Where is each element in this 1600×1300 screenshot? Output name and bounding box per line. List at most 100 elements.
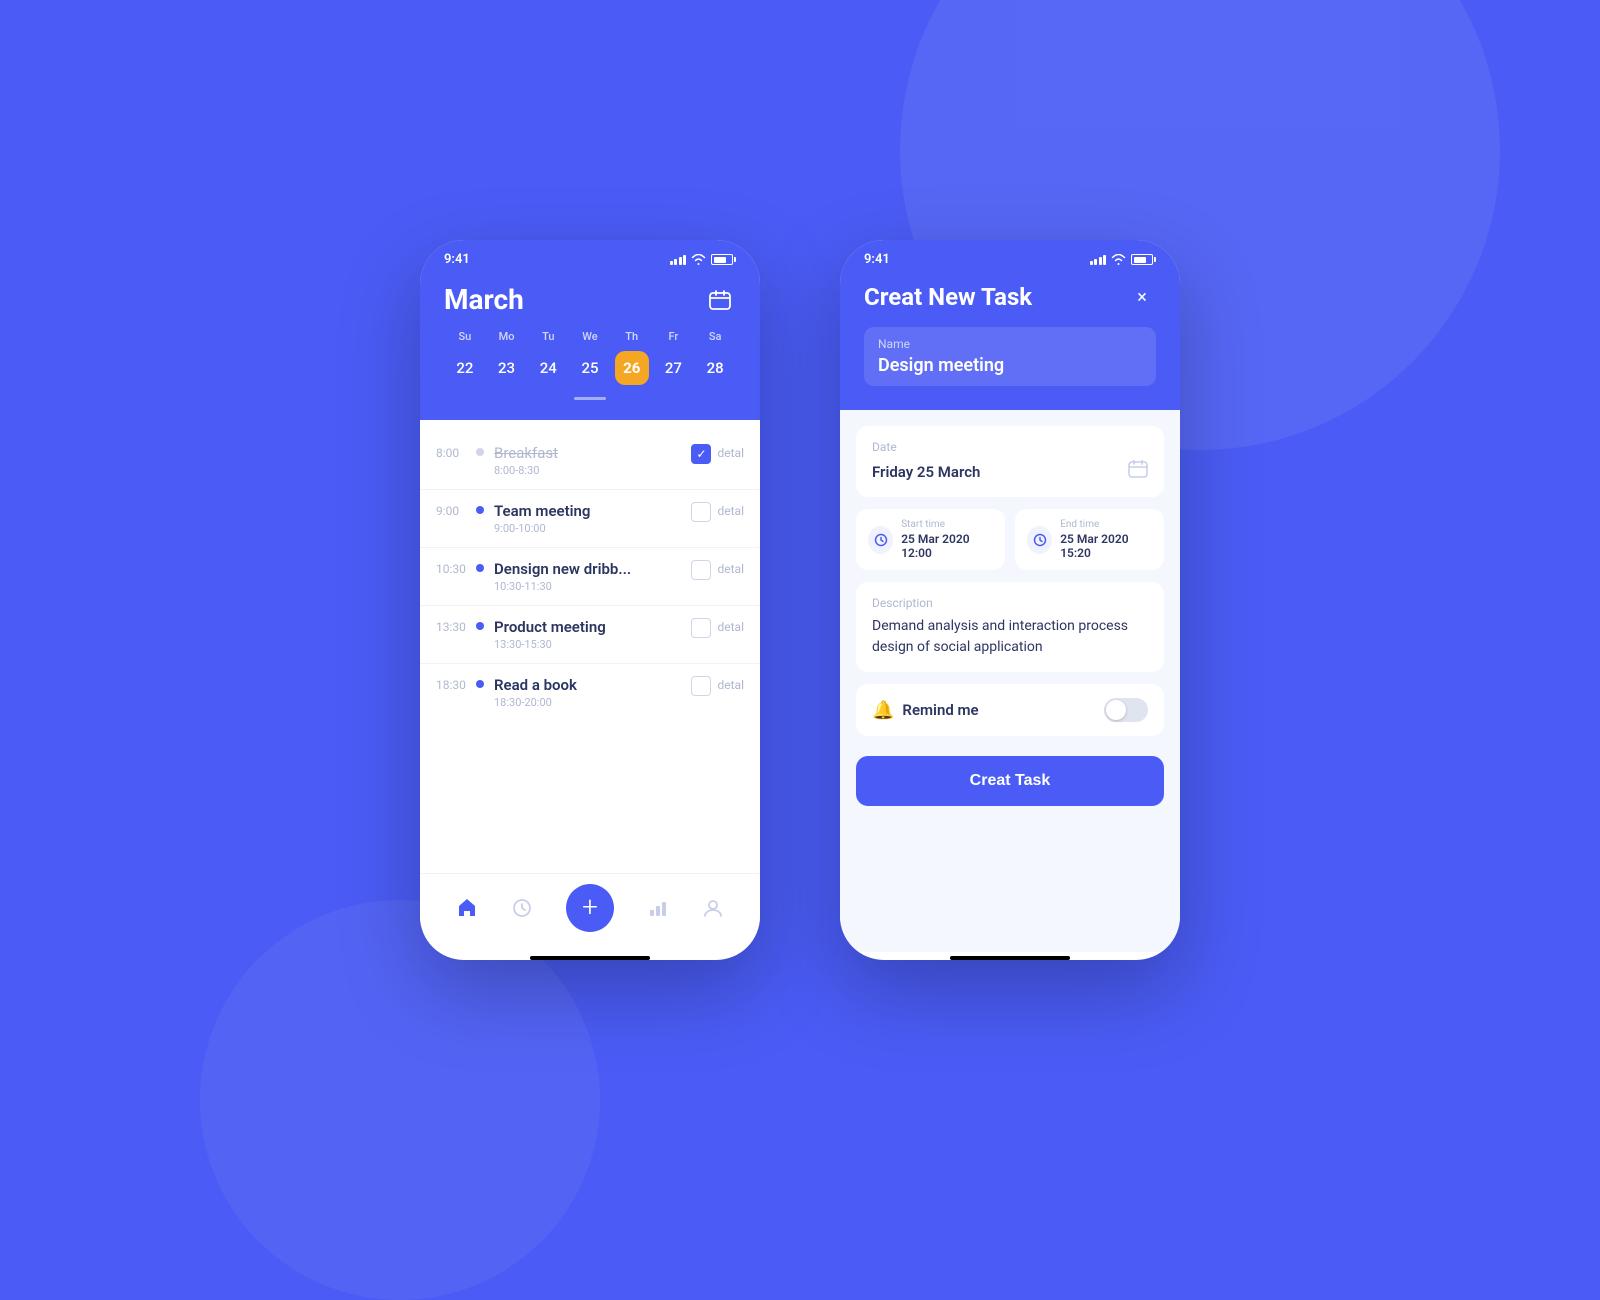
start-time-label: Start time — [901, 519, 993, 530]
nav-clock-icon[interactable] — [511, 897, 533, 919]
task-checkbox-breakfast[interactable] — [691, 444, 711, 464]
task-form-body: Date Friday 25 March — [840, 410, 1180, 952]
task-range-product: 13:30-15:30 — [494, 638, 685, 651]
remind-left: 🔔 Remind me — [872, 700, 979, 721]
day-we: We — [569, 330, 611, 343]
date-value: Friday 25 March — [872, 463, 980, 481]
task-range-breakfast: 8:00-8:30 — [494, 464, 685, 477]
date-23[interactable]: 23 — [486, 351, 528, 385]
task-time-team: 9:00 — [436, 502, 472, 518]
task-detail-book[interactable]: detal — [717, 676, 744, 692]
task-dot-team — [476, 506, 484, 514]
task-checkbox-book[interactable] — [691, 676, 711, 696]
date-26-active[interactable]: 26 — [615, 351, 649, 385]
task-time-book: 18:30 — [436, 676, 472, 692]
task-item-breakfast: 8:00 Breakfast 8:00-8:30 detal — [420, 436, 760, 485]
status-icons-2 — [1090, 254, 1157, 265]
bottom-nav: + — [420, 873, 760, 952]
desc-text: Demand analysis and interaction process … — [872, 616, 1148, 658]
date-value-row: Friday 25 March — [872, 460, 1148, 483]
day-tu: Tu — [527, 330, 569, 343]
date-22[interactable]: 22 — [444, 351, 486, 385]
task-item-product: 13:30 Product meeting 13:30-15:30 detal — [420, 610, 760, 659]
calendar-header: March Su Mo Tu We Th Fr Sa 22 23 2 — [420, 275, 760, 420]
end-time-value: 25 Mar 2020 15:20 — [1060, 532, 1152, 560]
task-time-breakfast: 8:00 — [436, 444, 472, 460]
task-name-breakfast: Breakfast — [494, 444, 685, 462]
calendar-nav-icon[interactable] — [704, 284, 736, 316]
battery-icon — [711, 254, 736, 265]
date-25[interactable]: 25 — [569, 351, 611, 385]
nav-profile-icon[interactable] — [702, 897, 724, 919]
task-detail-product[interactable]: detal — [717, 618, 744, 634]
phone-calendar: 9:41 March — [420, 240, 760, 960]
phone-task: 9:41 Creat New Task × Name De — [840, 240, 1180, 960]
battery-icon-2 — [1131, 254, 1156, 265]
start-time-content: Start time 25 Mar 2020 12:00 — [901, 519, 993, 560]
date-24[interactable]: 24 — [527, 351, 569, 385]
nav-chart-icon[interactable] — [647, 897, 669, 919]
date-27[interactable]: 27 — [653, 351, 695, 385]
task-range-design: 10:30-11:30 — [494, 580, 685, 593]
task-dot-breakfast — [476, 448, 484, 456]
task-name-team: Team meeting — [494, 502, 685, 520]
start-time-card[interactable]: Start time 25 Mar 2020 12:00 — [856, 509, 1005, 570]
date-28[interactable]: 28 — [694, 351, 736, 385]
close-icon: × — [1137, 287, 1147, 308]
task-checkbox-product[interactable] — [691, 618, 711, 638]
task-detail-team[interactable]: detal — [717, 502, 744, 518]
task-name-input-section[interactable]: Name Design meeting — [864, 327, 1156, 386]
remind-card: 🔔 Remind me — [856, 684, 1164, 736]
remind-label: Remind me — [902, 701, 978, 719]
month-title: March — [444, 283, 524, 316]
task-item-design: 10:30 Densign new dribb... 10:30-11:30 d… — [420, 552, 760, 601]
task-range-team: 9:00-10:00 — [494, 522, 685, 535]
create-task-button[interactable]: Creat Task — [856, 756, 1164, 806]
date-calendar-icon — [1128, 460, 1148, 483]
signal-icon-2 — [1090, 255, 1107, 265]
date-label: Date — [872, 440, 1148, 454]
task-content-team: Team meeting 9:00-10:00 — [494, 502, 685, 535]
bell-icon: 🔔 — [872, 700, 894, 721]
day-sa: Sa — [694, 330, 736, 343]
dates-row: 22 23 24 25 26 27 28 — [444, 351, 736, 385]
wifi-icon — [691, 254, 706, 265]
nav-home-icon[interactable] — [456, 897, 478, 919]
wifi-icon-2 — [1111, 254, 1126, 265]
date-card[interactable]: Date Friday 25 March — [856, 426, 1164, 497]
task-name-book: Read a book — [494, 676, 685, 694]
scroll-indicator — [444, 397, 736, 404]
task-dot-product — [476, 622, 484, 630]
task-name-design: Densign new dribb... — [494, 560, 685, 578]
task-range-book: 18:30-20:00 — [494, 696, 685, 709]
task-detail-breakfast[interactable]: detal — [717, 444, 744, 460]
task-item-book: 18:30 Read a book 18:30-20:00 detal — [420, 668, 760, 717]
task-detail-design[interactable]: detal — [717, 560, 744, 576]
tasks-list: 8:00 Breakfast 8:00-8:30 detal 9:00 Team… — [420, 420, 760, 873]
close-button[interactable]: × — [1128, 283, 1156, 311]
nav-add-button[interactable]: + — [566, 884, 614, 932]
status-time-2: 9:41 — [864, 252, 890, 267]
task-dot-design — [476, 564, 484, 572]
end-time-card[interactable]: End time 25 Mar 2020 15:20 — [1015, 509, 1164, 570]
task-name-product: Product meeting — [494, 618, 685, 636]
desc-label: Description — [872, 596, 1148, 610]
task-dot-book — [476, 680, 484, 688]
day-fr: Fr — [653, 330, 695, 343]
description-card[interactable]: Description Demand analysis and interact… — [856, 582, 1164, 672]
start-time-value: 25 Mar 2020 12:00 — [901, 532, 993, 560]
status-time-1: 9:41 — [444, 252, 470, 267]
task-form-header: Creat New Task × Name Design meeting — [840, 275, 1180, 410]
task-checkbox-team[interactable] — [691, 502, 711, 522]
name-field-label: Name — [878, 337, 1142, 351]
status-bar-1: 9:41 — [420, 240, 760, 275]
task-content-breakfast: Breakfast 8:00-8:30 — [494, 444, 685, 477]
toggle-knob — [1106, 700, 1126, 720]
end-time-content: End time 25 Mar 2020 15:20 — [1060, 519, 1152, 560]
task-name-value: Design meeting — [878, 355, 1142, 376]
task-time-design: 10:30 — [436, 560, 472, 576]
remind-toggle[interactable] — [1104, 698, 1148, 722]
day-su: Su — [444, 330, 486, 343]
task-time-product: 13:30 — [436, 618, 472, 634]
task-checkbox-design[interactable] — [691, 560, 711, 580]
